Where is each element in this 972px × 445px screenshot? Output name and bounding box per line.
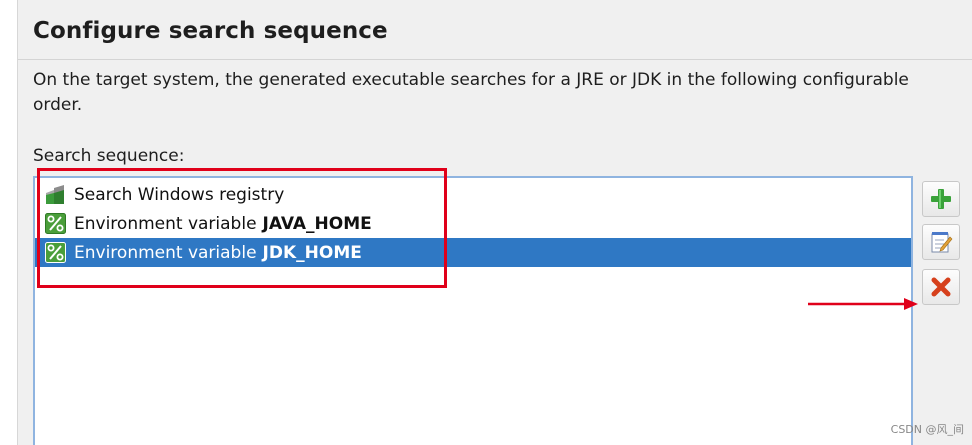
annotation-arrow (808, 298, 918, 310)
env-variable-name: JAVA_HOME (262, 213, 372, 234)
page-description: On the target system, the generated exec… (33, 70, 909, 115)
env-variable-name: JDK_HOME (262, 242, 362, 263)
watermark: CSDN @风_间 (890, 423, 964, 436)
percent-icon (45, 242, 66, 263)
list-item-jdk-home[interactable]: Environment variable JDK_HOME (35, 238, 911, 267)
search-sequence-label: Search sequence: (33, 146, 185, 166)
title-divider (18, 59, 972, 60)
edit-icon (931, 232, 953, 253)
wizard-page: Configure search sequence On the target … (0, 0, 972, 445)
remove-x-icon (931, 277, 951, 297)
percent-icon (45, 213, 66, 234)
windows-registry-icon (46, 185, 64, 204)
list-item-label: Environment variable (74, 242, 257, 263)
list-item-windows-registry[interactable]: Search Windows registry (35, 180, 911, 209)
list-item-label: Environment variable (74, 213, 257, 234)
remove-entry-button[interactable] (922, 269, 960, 305)
search-sequence-list[interactable]: Search Windows registry Environment vari… (33, 176, 913, 445)
plus-icon (931, 189, 951, 209)
left-panel-edge (0, 0, 18, 445)
page-title: Configure search sequence (33, 18, 388, 44)
edit-entry-button[interactable] (922, 224, 960, 260)
add-entry-button[interactable] (922, 181, 960, 217)
list-item-label: Search Windows registry (74, 184, 285, 205)
list-item-java-home[interactable]: Environment variable JAVA_HOME (35, 209, 911, 238)
